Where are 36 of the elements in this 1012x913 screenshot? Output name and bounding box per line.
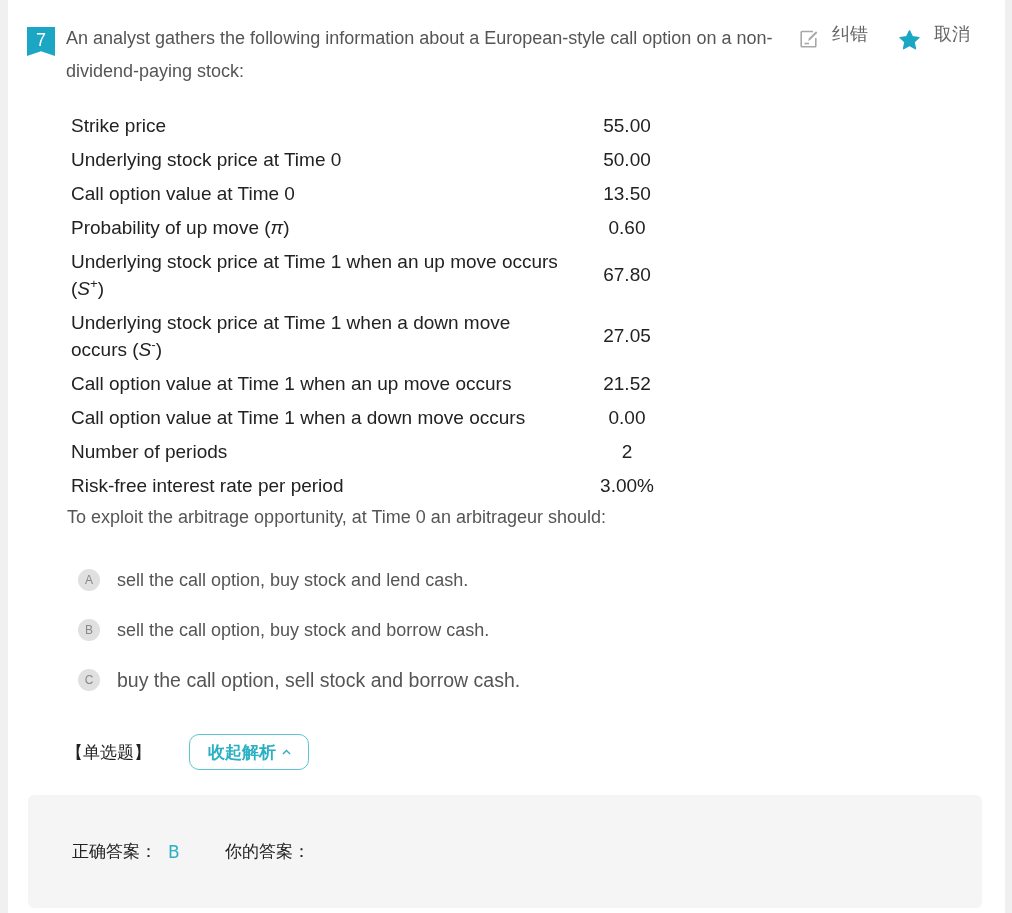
row-label: Risk-free interest rate per period	[71, 474, 344, 496]
row-value: 27.05	[603, 325, 651, 346]
question-text: An analyst gathers the following information about a European-style call option on a non-dividend-paying stock:	[66, 27, 774, 83]
row-value: 13.50	[603, 182, 651, 204]
row-value: 3.00%	[600, 474, 654, 496]
row-label: Underlying stock price at Time 1 when an up move occurs (S$^{+}$)	[71, 250, 558, 299]
answer-option[interactable]: A sell the call option, buy stock and lend cash.	[78, 555, 469, 605]
question-type: 【单选题】	[66, 740, 151, 764]
row-label: Probability of up move (π)	[71, 216, 290, 238]
answer-option[interactable]: C buy the call option, sell stock and borrow cash.	[78, 655, 521, 705]
option-letter: A	[78, 569, 100, 591]
correction-button[interactable]: 纠错	[800, 22, 868, 50]
row-label: Call option value at Time 0	[71, 182, 295, 204]
row-label: Call option value at Time 1 when a down move occurs	[71, 406, 526, 428]
row-value: 0.00	[608, 406, 646, 428]
row-value: 55.00	[603, 114, 651, 136]
your-answer-label: 你的答案：	[224, 840, 310, 863]
edit-icon	[800, 30, 818, 48]
favorite-button[interactable]: 取消	[899, 22, 970, 50]
answer-option[interactable]: B sell the call option, buy stock and borrow cash.	[78, 605, 490, 655]
row-value: 0.60	[608, 216, 646, 238]
row-value: 21.52	[603, 372, 651, 394]
row-label: Call option value at Time 1 when an up move occurs	[71, 372, 512, 394]
question-number-badge: 7	[27, 27, 55, 56]
row-label: Strike price	[71, 114, 167, 136]
row-label: Underlying stock price at Time 1 when a down move occurs (S$^{-}$)	[71, 311, 511, 360]
row-label: Number of periods	[71, 440, 228, 462]
row-label: Underlying stock price at Time 0	[71, 148, 342, 170]
question-prompt: To exploit the arbitrage opportunity, at Time 0 an arbitrageur should:	[67, 506, 607, 529]
row-value: 67.80	[603, 264, 651, 285]
option-letter: B	[78, 619, 100, 641]
correct-answer-label: 正确答案：	[72, 840, 157, 863]
option-letter: C	[78, 669, 100, 691]
correct-answer-value: B	[168, 841, 180, 862]
row-value: 50.00	[603, 148, 651, 170]
row-value: 2	[621, 440, 633, 462]
